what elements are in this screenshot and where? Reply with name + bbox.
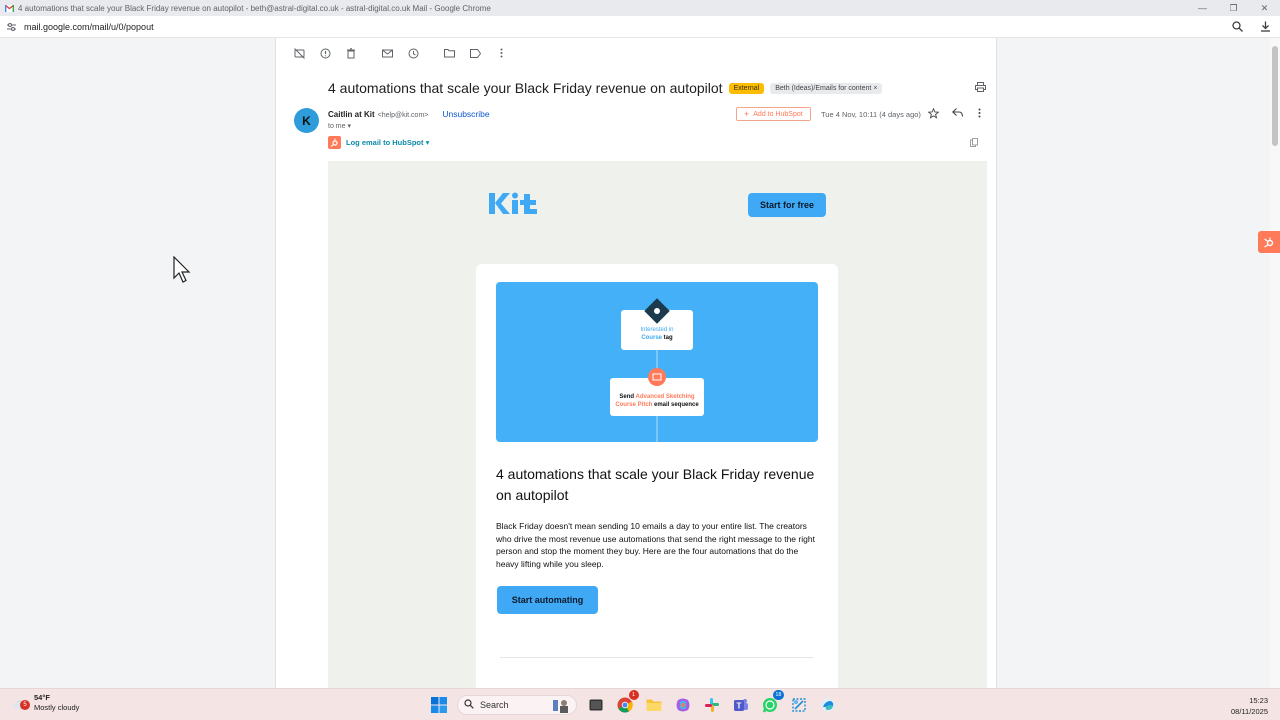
task-view-icon[interactable] (585, 694, 607, 716)
email-panel: 4 automations that scale your Black Frid… (275, 38, 997, 694)
taskbar-apps: Search 1 T 18 (424, 690, 842, 716)
search-highlight-icon (552, 698, 570, 713)
hero-node2-sequence: email sequence (652, 402, 699, 408)
sender-avatar[interactable]: K (294, 108, 319, 133)
hero-node1-course: Course (641, 335, 662, 341)
start-for-free-button[interactable]: Start for free (748, 193, 826, 217)
email-date: Tue 4 Nov, 10:11 (4 days ago) (821, 110, 921, 119)
add-to-hubspot-label: Add to HubSpot (753, 110, 803, 118)
hero-node2-send: Send (619, 394, 635, 400)
hero-node1-tag: tag (662, 335, 673, 341)
teams-icon[interactable]: T (730, 694, 752, 716)
email-subject: 4 automations that scale your Black Frid… (328, 80, 883, 96)
whatsapp-badge: 18 (773, 690, 784, 700)
taskbar-clock[interactable]: 15:23 08/11/2025 (1231, 695, 1268, 717)
log-email-hubspot[interactable]: Log email to HubSpot ▾ (328, 136, 429, 149)
kit-logo[interactable] (488, 191, 540, 217)
copilot-icon[interactable] (672, 694, 694, 716)
hero-node2-advanced: Advanced Sketching (636, 394, 695, 400)
taskbar-search[interactable]: Search (457, 695, 577, 715)
remove-label-icon[interactable]: × (873, 85, 877, 92)
hero-node2-pitch: Course Pitch (615, 402, 652, 408)
gmail-icon (4, 3, 15, 12)
reply-icon[interactable] (951, 108, 964, 120)
weather-temp: 54°F (34, 693, 50, 702)
sender-email: <help@kit.com> (377, 112, 429, 119)
cloud-icon: 5 (12, 696, 30, 710)
zoom-icon[interactable] (1230, 19, 1244, 33)
windows-start-icon[interactable] (428, 694, 450, 716)
unsubscribe-link[interactable]: Unsubscribe (442, 109, 489, 119)
download-icon[interactable] (1258, 19, 1272, 33)
external-badge: External (728, 82, 765, 94)
archive-icon[interactable] (286, 46, 312, 60)
url-text[interactable]: mail.google.com/mail/u/0/popout (24, 22, 154, 32)
chrome-icon[interactable]: 1 (614, 690, 639, 716)
start-automating-button[interactable]: Start automating (497, 586, 598, 614)
page-scrollbar[interactable] (1270, 38, 1280, 688)
window-titlebar: 4 automations that scale your Black Frid… (0, 0, 1280, 16)
hero-node1-line1: Interested in (640, 327, 673, 333)
clock-time: 15:23 (1249, 696, 1268, 705)
email-headline: 4 automations that scale your Black Frid… (496, 466, 815, 503)
message-more-icon[interactable] (978, 108, 981, 121)
email-toolbar (286, 46, 514, 60)
weather-badge: 5 (20, 700, 30, 710)
label-chip[interactable]: Beth (Ideas)/Emails for content × (770, 82, 883, 94)
snipping-tool-icon[interactable] (788, 694, 810, 716)
sender-name[interactable]: Caitlin at Kit (328, 110, 375, 119)
add-to-hubspot-button[interactable]: + Add to HubSpot (736, 107, 811, 121)
hero-node1-line2: Course tag (641, 335, 673, 341)
window-controls: — ❐ ✕ (1187, 0, 1280, 16)
mouse-cursor-icon (173, 255, 191, 284)
label-chip-text: Beth (Ideas)/Emails for content (775, 84, 872, 92)
windows-taskbar: 5 54°F Mostly cloudy Search 1 T 18 15:23… (0, 688, 1280, 720)
email-card: Interested in Course tag Send Advanced S… (476, 264, 838, 694)
restore-button[interactable]: ❐ (1218, 0, 1249, 16)
email-paragraph: Black Friday doesn't mean sending 10 ema… (496, 521, 815, 569)
site-settings-icon[interactable] (7, 23, 16, 31)
search-label: Search (480, 700, 509, 710)
search-icon (464, 698, 474, 712)
page-area: 4 automations that scale your Black Frid… (0, 38, 1280, 694)
address-bar: mail.google.com/mail/u/0/popout (0, 16, 1280, 38)
snooze-icon[interactable] (400, 46, 426, 60)
address-bar-actions (1230, 19, 1272, 33)
whatsapp-icon[interactable]: 18 (759, 690, 784, 716)
report-spam-icon[interactable] (312, 46, 338, 60)
copy-icon[interactable] (970, 138, 978, 149)
clock-date: 08/11/2025 (1231, 707, 1268, 716)
svg-text:T: T (736, 702, 741, 711)
log-email-label: Log email to HubSpot ▾ (346, 138, 430, 147)
label-icon[interactable] (462, 46, 488, 60)
slack-icon[interactable] (701, 694, 723, 716)
chrome-badge: 1 (628, 690, 639, 700)
automation-hero-image: Interested in Course tag Send Advanced S… (496, 282, 818, 442)
file-explorer-icon[interactable] (643, 694, 665, 716)
weather-desc: Mostly cloudy (34, 703, 80, 712)
email-body: Start for free Interested in Course tag … (328, 161, 987, 694)
sender-info: Caitlin at Kit <help@kit.com> Unsubscrib… (328, 109, 490, 119)
edge-like-app-icon[interactable] (817, 694, 839, 716)
hero-node2-line1: Send Advanced Sketching (619, 394, 694, 400)
weather-text: 54°F Mostly cloudy (34, 693, 79, 713)
weather-widget[interactable]: 5 54°F Mostly cloudy (12, 693, 79, 713)
hubspot-icon (328, 136, 341, 149)
divider (500, 657, 814, 658)
minimize-button[interactable]: — (1187, 0, 1218, 16)
hubspot-sidebar-icon[interactable] (1258, 231, 1280, 253)
mark-unread-icon[interactable] (374, 46, 400, 60)
scrollbar-thumb[interactable] (1272, 46, 1278, 146)
hero-node2-line2: Course Pitch email sequence (615, 402, 699, 408)
close-button[interactable]: ✕ (1249, 0, 1280, 16)
more-options-icon[interactable] (488, 46, 514, 60)
star-icon[interactable] (927, 107, 940, 122)
delete-icon[interactable] (338, 46, 364, 60)
print-icon[interactable] (975, 82, 986, 95)
recipients-toggle[interactable]: to me ▾ (328, 122, 351, 130)
subject-text: 4 automations that scale your Black Frid… (328, 80, 723, 96)
window-title: 4 automations that scale your Black Frid… (18, 3, 491, 13)
plus-icon: + (744, 109, 750, 119)
move-to-icon[interactable] (436, 46, 462, 60)
